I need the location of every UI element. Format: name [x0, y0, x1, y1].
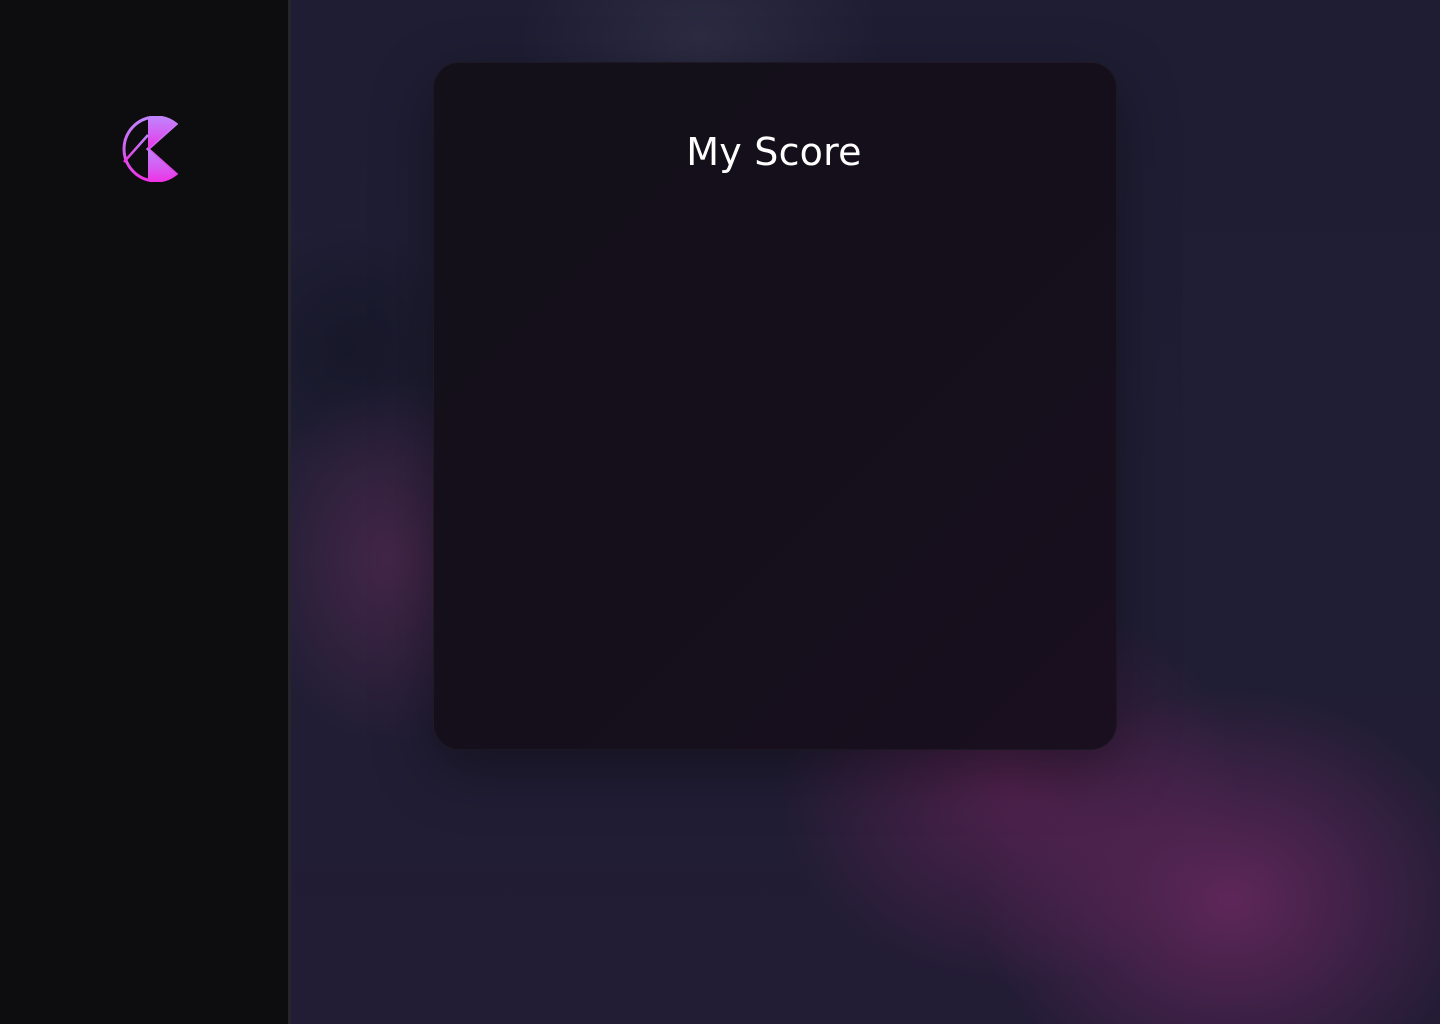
brand-logo-icon[interactable]: [116, 116, 178, 182]
app-root: My Score: [0, 0, 1440, 1024]
sidebar: [0, 0, 291, 1024]
score-card-title: My Score: [686, 130, 862, 174]
